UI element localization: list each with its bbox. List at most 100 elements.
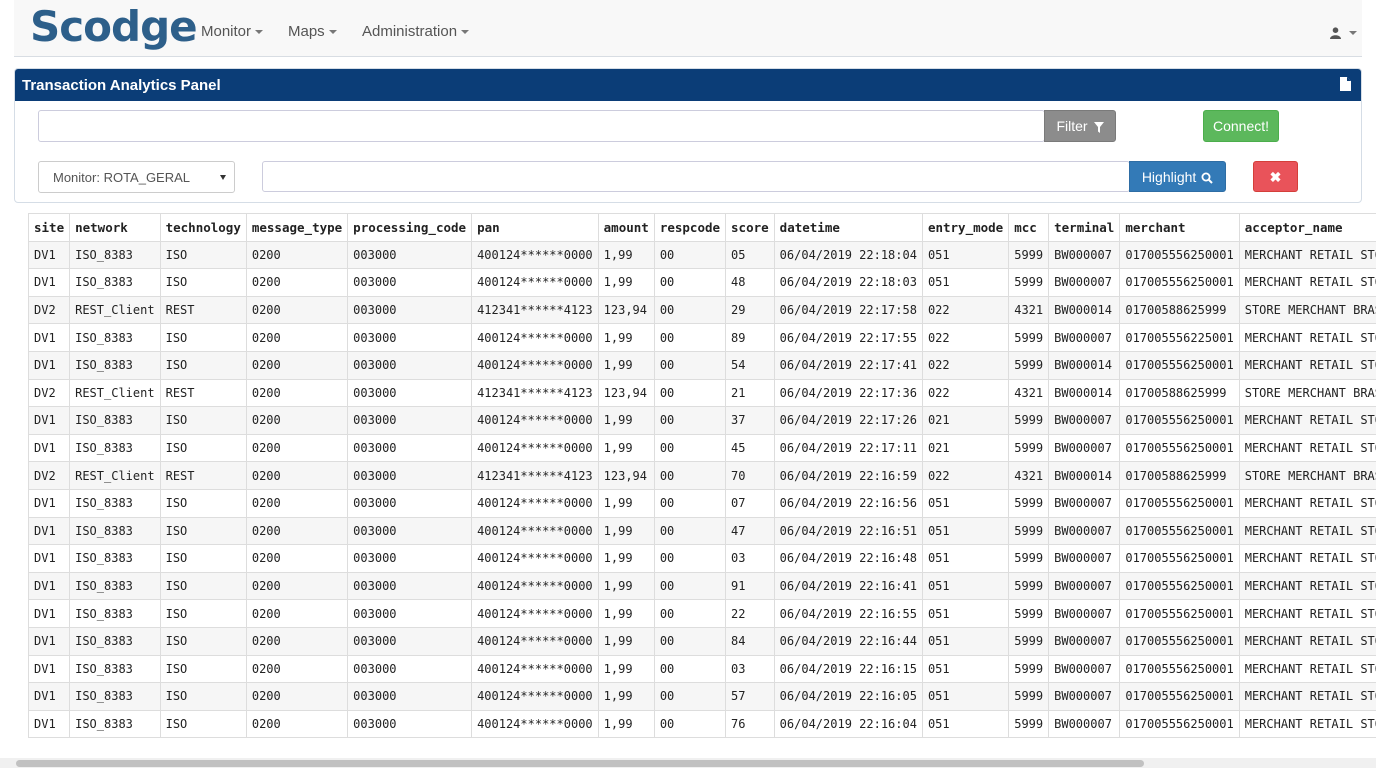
cell-processing-code: 003000 [347, 350, 473, 380]
cell-acceptor-name: MERCHANT RETAIL STORE SAO PAULO SF [1238, 268, 1376, 297]
filter-button[interactable]: Filter [1044, 110, 1116, 142]
brand-logo[interactable]: Scodge [30, 2, 198, 51]
table-row[interactable]: DV1 ISO_8383 ISO 0200 003000 400124******0000… [28, 626, 1376, 656]
cell-site: DV1 [28, 323, 71, 352]
cell-acceptor-name: MERCHANT RETAIL STORE SAO PAULO SF [1238, 240, 1376, 270]
cell-network: ISO_8383 [69, 516, 161, 546]
cell-entry-mode: 051 [921, 682, 1010, 711]
table-row[interactable]: DV2 REST_Client REST 0200 003000 412341******… [28, 461, 1376, 490]
cell-processing-code: 003000 [347, 406, 473, 435]
column-header-terminal[interactable]: terminal [1048, 213, 1121, 242]
table-row[interactable]: DV1 ISO_8383 ISO 0200 003000 400124******0000… [28, 240, 1376, 270]
cell-merchant: 01700588625999 [1119, 378, 1240, 408]
column-header-technology[interactable]: technology [159, 213, 247, 242]
cell-processing-code: 003000 [347, 488, 473, 518]
cell-site: DV1 [28, 544, 71, 573]
cell-datetime: 06/04/2019 22:17:36 [773, 378, 923, 408]
table-row[interactable]: DV1 ISO_8383 ISO 0200 003000 400124******0000… [28, 654, 1376, 684]
table-row[interactable]: DV1 ISO_8383 ISO 0200 003000 400124******0000… [28, 350, 1376, 380]
cell-datetime: 06/04/2019 22:16:59 [773, 461, 923, 490]
cell-processing-code: 003000 [347, 240, 473, 270]
cell-acceptor-name: MERCHANT RETAIL STORE SAO PAULO SP [1238, 682, 1376, 711]
table-row[interactable]: DV1 ISO_8383 ISO 0200 003000 400124******0000… [28, 544, 1376, 573]
search-icon [1201, 172, 1213, 185]
column-header-merchant[interactable]: merchant [1119, 213, 1240, 242]
column-header-respcode[interactable]: respcode [653, 213, 727, 242]
column-header-datetime[interactable]: datetime [773, 213, 923, 242]
cell-mcc: 5999 [1008, 682, 1050, 711]
cell-respcode: 00 [653, 709, 727, 739]
cell-datetime: 06/04/2019 22:17:41 [773, 350, 923, 380]
nav-administration[interactable]: Administration [362, 23, 470, 40]
cell-pan: 400124******0000 [471, 571, 599, 601]
cell-acceptor-name: STORE MERCHANT BRASILIA DF [1238, 378, 1376, 408]
cell-merchant: 017005556250001 [1119, 599, 1240, 628]
cell-pan: 412341******4123 [471, 295, 599, 325]
column-header-site[interactable]: site [28, 213, 71, 242]
table-row[interactable]: DV1 ISO_8383 ISO 0200 003000 400124******0000… [28, 599, 1376, 628]
horizontal-scrollbar[interactable] [0, 758, 1376, 768]
cell-respcode: 00 [653, 488, 727, 518]
table-row[interactable]: DV1 ISO_8383 ISO 0200 003000 400124******0000… [28, 406, 1376, 435]
cell-processing-code: 003000 [347, 709, 473, 739]
column-header-processing-code[interactable]: processing_code [347, 213, 473, 242]
connect-button[interactable]: Connect! [1203, 110, 1279, 142]
table-row[interactable]: DV1 ISO_8383 ISO 0200 003000 400124******0000… [28, 433, 1376, 463]
user-icon [1330, 27, 1341, 40]
cell-message-type: 0200 [245, 516, 349, 546]
cell-acceptor-name: STORE MERCHANT BRASILIA DF [1238, 295, 1376, 325]
table-row[interactable]: DV1 ISO_8383 ISO 0200 003000 400124******0000… [28, 323, 1376, 352]
highlight-input[interactable] [262, 161, 1130, 192]
cell-message-type: 0200 [245, 682, 349, 711]
table-row[interactable]: DV1 ISO_8383 ISO 0200 003000 400124******0000… [28, 268, 1376, 297]
cell-respcode: 00 [653, 461, 727, 490]
cell-terminal: BW000007 [1048, 406, 1121, 435]
cell-mcc: 5999 [1008, 488, 1050, 518]
monitor-select[interactable]: Monitor: ROTA_GERAL [38, 161, 235, 193]
cell-message-type: 0200 [245, 350, 349, 380]
filter-input[interactable] [38, 110, 1045, 142]
nav-maps[interactable]: Maps [288, 23, 337, 40]
highlight-button[interactable]: Highlight [1129, 161, 1226, 192]
cell-pan: 400124******0000 [471, 240, 599, 270]
cell-datetime: 06/04/2019 22:16:05 [773, 682, 923, 711]
chevron-down-icon [461, 30, 470, 35]
cell-technology: ISO [159, 488, 247, 518]
cell-network: ISO_8383 [69, 323, 161, 352]
cell-acceptor-name: MERCHANT RETAIL STORE SAO PAULO SP [1238, 599, 1376, 628]
column-header-acceptor-name[interactable]: acceptor_name [1238, 213, 1376, 242]
cell-mcc: 5999 [1008, 544, 1050, 573]
nav-maps-label: Maps [288, 23, 325, 40]
document-icon[interactable] [1340, 77, 1351, 91]
column-header-pan[interactable]: pan [471, 213, 599, 242]
cell-processing-code: 003000 [347, 516, 473, 546]
column-header-entry-mode[interactable]: entry_mode [921, 213, 1010, 242]
column-header-network[interactable]: network [69, 213, 161, 242]
clear-button[interactable]: ✖ [1253, 161, 1298, 192]
user-menu[interactable] [1330, 24, 1357, 40]
cell-score: 29 [725, 295, 775, 325]
cell-entry-mode: 051 [921, 268, 1010, 297]
cell-acceptor-name: MERCHANT RETAIL STORE SAO PAULO DF [1238, 433, 1376, 463]
cell-processing-code: 003000 [347, 682, 473, 711]
table-row[interactable]: DV1 ISO_8383 ISO 0200 003000 400124******0000… [28, 571, 1376, 601]
cell-amount: 123,94 [597, 295, 655, 325]
column-header-mcc[interactable]: mcc [1008, 213, 1050, 242]
column-header-score[interactable]: score [725, 213, 775, 242]
cell-amount: 1,99 [597, 654, 655, 684]
table-row[interactable]: DV2 REST_Client REST 0200 003000 412341******… [28, 295, 1376, 325]
scrollbar-thumb[interactable] [16, 760, 1144, 767]
column-header-message-type[interactable]: message_type [245, 213, 349, 242]
cell-datetime: 06/04/2019 22:17:55 [773, 323, 923, 352]
cell-score: 48 [725, 268, 775, 297]
nav-monitor[interactable]: Monitor [201, 23, 264, 40]
column-header-amount[interactable]: amount [597, 213, 655, 242]
cell-terminal: BW000007 [1048, 599, 1121, 628]
panel-title: Transaction Analytics Panel [22, 77, 221, 94]
cell-entry-mode: 022 [921, 323, 1010, 352]
table-row[interactable]: DV1 ISO_8383 ISO 0200 003000 400124******0000… [28, 516, 1376, 546]
table-row[interactable]: DV1 ISO_8383 ISO 0200 003000 400124******0000… [28, 682, 1376, 711]
table-row[interactable]: DV1 ISO_8383 ISO 0200 003000 400124******0000… [28, 709, 1376, 739]
table-row[interactable]: DV1 ISO_8383 ISO 0200 003000 400124******0000… [28, 488, 1376, 518]
table-row[interactable]: DV2 REST_Client REST 0200 003000 412341******… [28, 378, 1376, 408]
